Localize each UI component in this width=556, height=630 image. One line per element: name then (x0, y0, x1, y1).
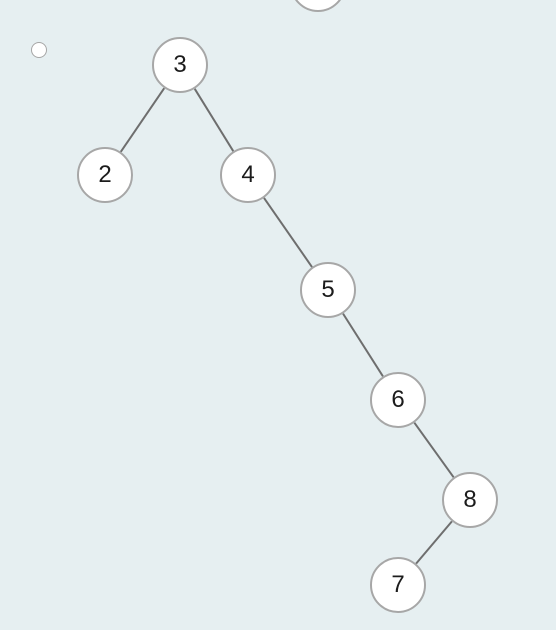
diagram-canvas: 3 2 4 5 6 8 7 (0, 0, 556, 630)
tree-node-label: 6 (391, 386, 404, 414)
tree-edge (264, 198, 312, 267)
tree-node-label: 7 (391, 571, 404, 599)
tree-node: 4 (220, 147, 276, 203)
tree-edge (121, 88, 164, 152)
tree-edge (343, 314, 383, 377)
tree-node-label: 3 (173, 51, 186, 79)
tree-edge (414, 423, 453, 478)
tree-node: 2 (77, 147, 133, 203)
option-radio[interactable] (31, 42, 47, 58)
tree-node-label: 2 (98, 161, 111, 189)
tree-node-label: 8 (463, 486, 476, 514)
tree-node: 7 (370, 557, 426, 613)
tree-edge (195, 89, 234, 151)
tree-node-label: 4 (241, 161, 254, 189)
tree-edge (416, 521, 452, 563)
tree-node-label: 5 (321, 276, 334, 304)
tree-node: 3 (152, 37, 208, 93)
tree-node: 8 (442, 472, 498, 528)
tree-node: 6 (370, 372, 426, 428)
tree-node: 5 (300, 262, 356, 318)
edge-layer (0, 0, 556, 630)
